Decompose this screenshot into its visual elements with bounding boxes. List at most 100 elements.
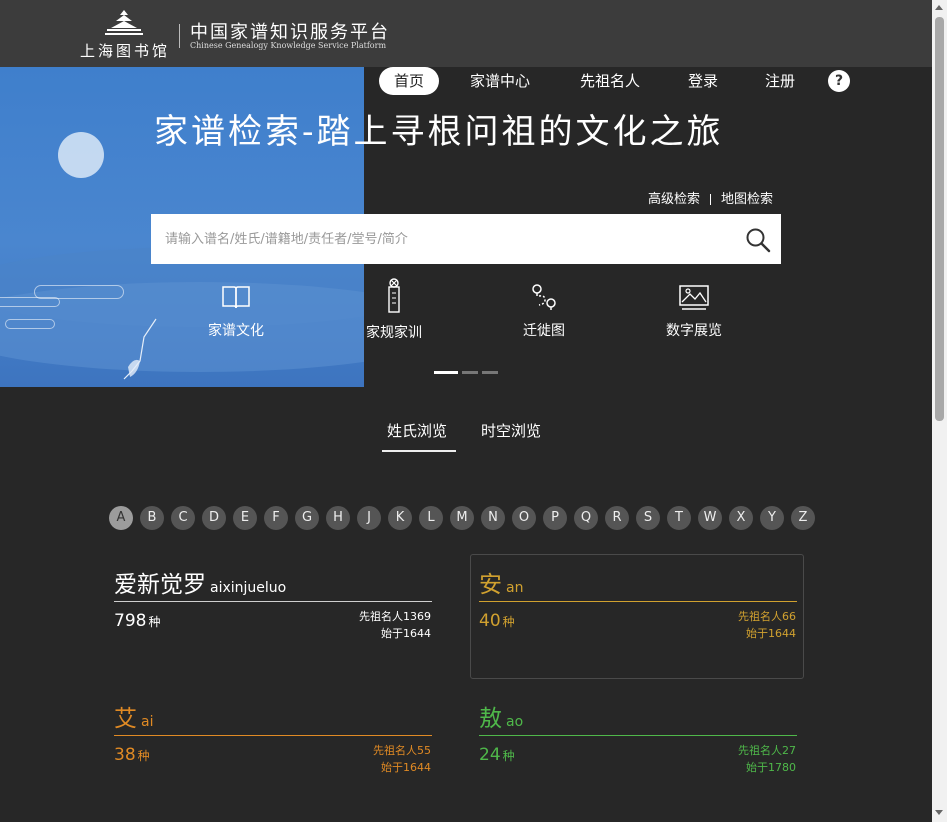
surname-name: 艾 ai: [114, 699, 153, 733]
feature-digital-exhibition[interactable]: 数字展览: [644, 282, 744, 340]
search-box: [151, 214, 781, 264]
letter-filter-e[interactable]: E: [233, 506, 257, 530]
since-year: 始于1780: [746, 761, 796, 774]
feature-migration-map[interactable]: 迁徙图: [494, 282, 594, 340]
scrollbar-thumb[interactable]: [935, 17, 944, 421]
exhibition-icon: [679, 285, 709, 310]
book-icon: [222, 286, 250, 309]
surname-card[interactable]: 艾 ai 38 种 先祖名人55 始于1644: [105, 688, 439, 813]
surname-card[interactable]: 敖 ao 24 种 先祖名人27 始于1780: [470, 688, 804, 813]
tab-spacetime-browse[interactable]: 时空浏览: [481, 420, 541, 441]
search-mode-links: 高级检索 地图检索: [648, 188, 773, 207]
surname-card[interactable]: 安 an 40 种 先祖名人66 始于1644: [470, 554, 804, 679]
surname-pinyin: aixinjueluo: [210, 580, 287, 596]
letter-filter-s[interactable]: S: [636, 506, 660, 530]
link-separator: [710, 194, 712, 205]
nav-register[interactable]: 注册: [765, 67, 795, 95]
letter-filter-h[interactable]: H: [326, 506, 350, 530]
genealogy-count: 24 种: [479, 745, 515, 765]
surname-text: 爱新觉罗: [114, 572, 206, 598]
feature-family-rules[interactable]: 家规家训: [344, 278, 444, 342]
active-tab-underline: [382, 450, 456, 452]
surname-text: 艾: [114, 706, 137, 732]
nav-login[interactable]: 登录: [688, 67, 718, 95]
count-unit: 种: [502, 749, 515, 763]
count-value: 798: [114, 611, 147, 631]
scroll-down-arrow-icon[interactable]: [935, 810, 943, 815]
library-logo-text: 上海图书馆: [80, 42, 171, 60]
library-logo-icon: [105, 10, 143, 35]
help-icon[interactable]: ?: [828, 70, 850, 92]
letter-filter-t[interactable]: T: [667, 506, 691, 530]
map-search-link[interactable]: 地图检索: [721, 192, 773, 207]
search-icon[interactable]: [745, 227, 771, 253]
ancestor-count: 先祖名人66: [738, 610, 796, 623]
count-value: 38: [114, 745, 136, 765]
letter-filter-q[interactable]: Q: [574, 506, 598, 530]
carousel-dot[interactable]: [434, 371, 458, 374]
card-divider: [114, 601, 432, 602]
letter-filter-y[interactable]: Y: [760, 506, 784, 530]
letter-filter-k[interactable]: K: [388, 506, 412, 530]
letter-filter-a[interactable]: A: [109, 506, 133, 530]
nav-genealogy-center[interactable]: 家谱中心: [470, 67, 530, 95]
card-divider: [479, 735, 797, 736]
letter-filter-r[interactable]: R: [605, 506, 629, 530]
advanced-search-link[interactable]: 高级检索: [648, 192, 700, 207]
letter-filter-g[interactable]: G: [295, 506, 319, 530]
letter-filter-o[interactable]: O: [512, 506, 536, 530]
scroll-icon: [388, 278, 400, 313]
letter-filter-c[interactable]: C: [171, 506, 195, 530]
page-scrollbar[interactable]: [932, 0, 947, 822]
surname-text: 敖: [479, 706, 502, 732]
count-value: 24: [479, 745, 501, 765]
since-year: 始于1644: [746, 627, 796, 640]
letter-filter-j[interactable]: J: [357, 506, 381, 530]
count-unit: 种: [502, 615, 515, 629]
feature-genealogy-culture[interactable]: 家谱文化: [186, 282, 286, 340]
feature-label: 家谱文化: [208, 323, 264, 339]
surname-pinyin: ao: [506, 714, 524, 730]
surname-text: 安: [479, 572, 502, 598]
card-divider: [114, 735, 432, 736]
scroll-up-arrow-icon[interactable]: [935, 5, 943, 10]
letter-filter-l[interactable]: L: [419, 506, 443, 530]
search-input[interactable]: [165, 214, 735, 264]
letter-filter-x[interactable]: X: [729, 506, 753, 530]
route-icon: [532, 284, 556, 310]
since-year: 始于1644: [381, 627, 431, 640]
letter-filter-z[interactable]: Z: [791, 506, 815, 530]
card-divider: [479, 601, 797, 602]
ancestor-count: 先祖名人55: [373, 744, 431, 757]
count-unit: 种: [137, 749, 150, 763]
logo-divider: [179, 24, 180, 48]
letter-filter-d[interactable]: D: [202, 506, 226, 530]
carousel-dot[interactable]: [482, 371, 498, 374]
surname-name: 敖 ao: [479, 699, 523, 733]
genealogy-count: 40 种: [479, 611, 515, 631]
nav-home[interactable]: 首页: [379, 67, 440, 95]
surname-card[interactable]: 爱新觉罗 aixinjueluo 798 种 先祖名人1369 始于1644: [105, 554, 439, 679]
feature-label: 家规家训: [366, 325, 422, 341]
letter-filter-f[interactable]: F: [264, 506, 288, 530]
surname-name: 爱新觉罗 aixinjueluo: [114, 565, 286, 599]
ancestor-count: 先祖名人1369: [359, 610, 431, 623]
letter-filter-b[interactable]: B: [140, 506, 164, 530]
crane-icon: [123, 318, 157, 380]
carousel-dot[interactable]: [462, 371, 478, 374]
surname-name: 安 an: [479, 565, 523, 599]
genealogy-count: 798 种: [114, 611, 160, 631]
feature-label: 迁徙图: [523, 323, 565, 339]
nav-ancestors[interactable]: 先祖名人: [580, 67, 640, 95]
letter-filter-n[interactable]: N: [481, 506, 505, 530]
ancestor-count: 先祖名人27: [738, 744, 796, 757]
moon-image: [58, 132, 104, 178]
letter-filter-w[interactable]: W: [698, 506, 722, 530]
banner-headline: 家谱检索-踏上寻根问祖的文化之旅: [154, 112, 724, 152]
surname-pinyin: an: [506, 580, 524, 596]
top-bar: 上海图书馆 中国家谱知识服务平台 Chinese Genealogy Knowl…: [0, 0, 932, 67]
tab-surname-browse[interactable]: 姓氏浏览: [387, 420, 447, 441]
letter-filter-p[interactable]: P: [543, 506, 567, 530]
library-logo[interactable]: 上海图书馆: [80, 8, 170, 60]
letter-filter-m[interactable]: M: [450, 506, 474, 530]
